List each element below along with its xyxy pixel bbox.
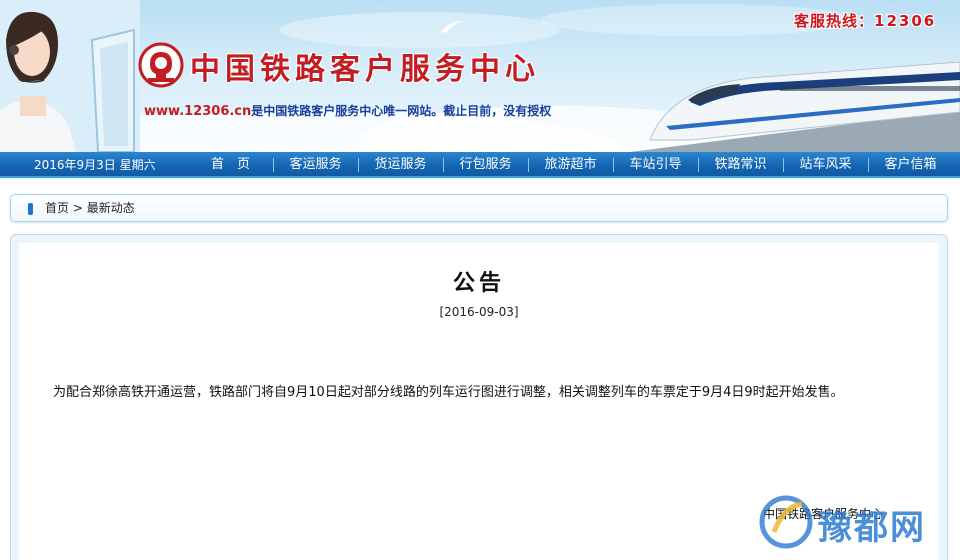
site-notice-text: 是中国铁路客户服务中心唯一网站。截止目前，没有授权	[251, 104, 552, 118]
announcement-title: 公告	[452, 271, 505, 296]
nav-item-customer-mailbox[interactable]: 客户信箱	[868, 152, 953, 178]
site-url[interactable]: www.12306.cn	[144, 104, 251, 119]
breadcrumb-home-link[interactable]: 首页	[45, 201, 69, 215]
announcement-date: [2016-09-03]	[439, 305, 519, 319]
site-notice: www.12306.cn是中国铁路客户服务中心唯一网站。截止目前，没有授权	[144, 102, 584, 119]
main-nav: 2016年9月3日 星期六 首 页 客运服务 货运服务 行包服务 旅游超市 车站…	[0, 152, 960, 178]
header-banner: 中国铁路客户服务中心 www.12306.cn是中国铁路客户服务中心唯一网站。截…	[0, 0, 960, 152]
nav-date: 2016年9月3日 星期六	[34, 158, 156, 172]
breadcrumb-current-link[interactable]: 最新动态	[87, 201, 135, 215]
site-title: 中国铁路客户服务中心	[190, 52, 540, 87]
nav-item-passenger-service[interactable]: 客运服务	[273, 152, 358, 178]
breadcrumb: 首页 > 最新动态	[10, 194, 948, 222]
watermark-text: 豫都网	[818, 508, 926, 548]
hotline-number: 12306	[874, 12, 937, 30]
breadcrumb-marker-icon	[28, 203, 33, 215]
breadcrumb-text: 首页 > 最新动态	[45, 195, 135, 221]
nav-item-railway-knowledge[interactable]: 铁路常识	[698, 152, 783, 178]
announcement-body: 为配合郑徐高铁开通运营，铁路部门将自9月10日起对部分线路的列车运行图进行调整，…	[53, 385, 844, 400]
hotline: 客服热线：12306	[794, 10, 936, 31]
nav-item-station-showcase[interactable]: 站车风采	[783, 152, 868, 178]
nav-item-luggage-service[interactable]: 行包服务	[443, 152, 528, 178]
nav-items: 首 页 客运服务 货运服务 行包服务 旅游超市 车站引导 铁路常识 站车风采 客…	[188, 152, 953, 178]
service-agent-illustration	[0, 0, 140, 152]
high-speed-train-illustration	[630, 61, 960, 152]
nav-item-freight-service[interactable]: 货运服务	[358, 152, 443, 178]
nav-item-travel-market[interactable]: 旅游超市	[528, 152, 613, 178]
nav-item-home[interactable]: 首 页	[188, 152, 273, 178]
breadcrumb-separator: >	[72, 201, 83, 215]
bird-icon	[441, 21, 461, 33]
nav-item-station-guide[interactable]: 车站引导	[613, 152, 698, 178]
railway-logo-icon	[138, 42, 184, 88]
hotline-label: 客服热线：	[794, 12, 875, 30]
